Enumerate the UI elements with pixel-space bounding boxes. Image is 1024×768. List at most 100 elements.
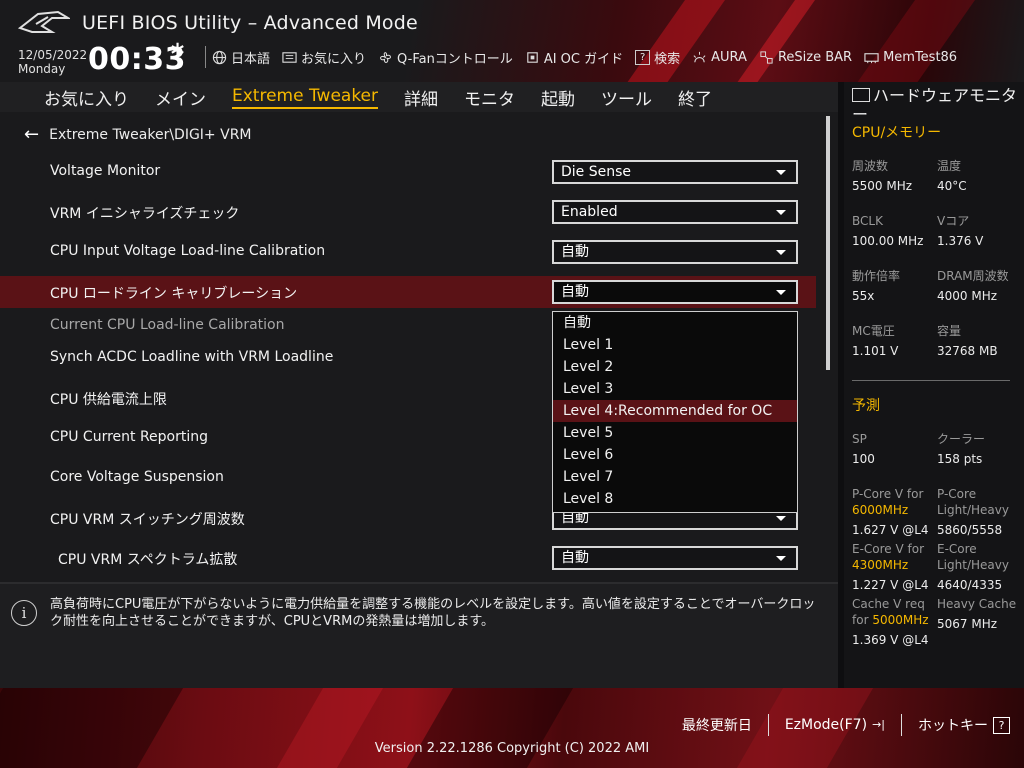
hardware-monitor-title: ハードウェアモニター <box>852 86 1020 124</box>
resize-bar-label: ReSize BAR <box>777 49 853 65</box>
setting-row-vrm-init-check[interactable]: VRM イニシャライズチェック Enabled <box>0 196 816 228</box>
aura-button[interactable]: AURA <box>692 50 747 65</box>
select-value: 自動 <box>561 284 589 300</box>
tab-monitor[interactable]: モニタ <box>464 85 515 110</box>
setting-row-cpu-input-llc[interactable]: CPU Input Voltage Load-line Calibration … <box>0 236 816 268</box>
help-text: 高負荷時にCPU電圧が下がらないように電力供給量を調整する機能のレベルを設定しま… <box>50 597 816 629</box>
footer-decoration <box>0 688 184 768</box>
memtest-button[interactable]: MemTest86 <box>864 50 957 65</box>
setting-label: CPU Input Voltage Load-line Calibration <box>50 243 326 259</box>
stat-label: P-Core Light/Heavy <box>937 486 1009 518</box>
tab-exit[interactable]: 終了 <box>678 85 712 110</box>
voltage-monitor-select[interactable]: Die Sense <box>552 160 798 184</box>
dropdown-option[interactable]: Level 7 <box>553 466 797 488</box>
toolbar: 日本語 お気に入り Q-Fanコントロール AI OC ガイド ? 検索 AUR… <box>205 46 969 68</box>
stat-value: 1.627 V @L4 <box>852 523 929 537</box>
aura-label: AURA <box>711 49 747 65</box>
section-prediction: 予測 <box>852 398 880 414</box>
scrollbar[interactable] <box>826 116 830 370</box>
tab-favorites[interactable]: お気に入り <box>44 85 129 110</box>
stat-label: 容量 <box>937 324 962 338</box>
ezmode-button[interactable]: EzMode(F7) →| <box>785 717 885 734</box>
cpu-input-llc-select[interactable]: 自動 <box>552 240 798 264</box>
setting-label: Voltage Monitor <box>50 163 161 179</box>
stat-value: 158 pts <box>937 452 983 466</box>
dropdown-option[interactable]: Level 1 <box>553 334 797 356</box>
resize-bar-icon <box>760 50 773 64</box>
memtest-label: MemTest86 <box>883 49 958 65</box>
gear-icon[interactable]: ✲ <box>170 40 185 61</box>
cpu-llc-select[interactable]: 自動 <box>552 280 798 304</box>
chevron-down-icon <box>776 170 786 175</box>
stat-value: 40°C <box>937 179 967 193</box>
ai-oc-icon <box>527 51 538 63</box>
setting-label: Current CPU Load-line Calibration <box>50 317 285 333</box>
stat-value: 4000 MHz <box>937 289 998 303</box>
dropdown-option[interactable]: Level 3 <box>553 378 797 400</box>
back-arrow-icon[interactable]: ← <box>24 124 39 145</box>
setting-row-vrm-spread-spectrum[interactable]: CPU VRM スペクトラム拡散 自動 <box>0 542 816 574</box>
breadcrumb[interactable]: ← Extreme Tweaker\DIGI+ VRM <box>24 124 252 145</box>
stat-label: Vコア <box>937 214 970 228</box>
setting-row-cpu-llc[interactable]: CPU ロードライン キャリブレーション 自動 <box>0 276 816 308</box>
qfan-button[interactable]: Q-Fanコントロール <box>378 48 513 67</box>
dropdown-option[interactable]: Level 2 <box>553 356 797 378</box>
setting-label: CPU ロードライン キャリブレーション <box>50 286 298 302</box>
tab-tool[interactable]: ツール <box>601 85 652 110</box>
day-text: Monday <box>18 62 66 76</box>
dropdown-option[interactable]: 自動 <box>553 312 797 334</box>
stat-value: 1.227 V @L4 <box>852 578 929 592</box>
tab-boot[interactable]: 起動 <box>541 85 575 110</box>
tab-extreme-tweaker[interactable]: Extreme Tweaker <box>232 86 379 109</box>
vrm-init-check-select[interactable]: Enabled <box>552 200 798 224</box>
divider <box>767 714 769 736</box>
dropdown-option-selected[interactable]: Level 4:Recommended for OC <box>553 400 797 422</box>
favorites-button[interactable]: お気に入り <box>282 48 366 67</box>
chevron-down-icon <box>776 250 786 255</box>
setting-row-voltage-monitor[interactable]: Voltage Monitor Die Sense <box>0 156 816 188</box>
select-value: Enabled <box>561 204 618 220</box>
last-updated-button[interactable]: 最終更新日 <box>682 715 752 735</box>
setting-label: CPU VRM スイッチング周波数 <box>50 512 245 528</box>
cache-v-label-2: for 5000MHz <box>852 612 929 628</box>
hotkey-button[interactable]: ホットキー ? <box>918 715 1010 735</box>
stat-value: 55x <box>852 289 875 303</box>
hardware-monitor-title-text: ハードウェアモニター <box>852 86 1018 124</box>
language-button[interactable]: 日本語 <box>212 48 270 67</box>
stat-label: E-Core V for 4300MHz <box>852 541 924 573</box>
pcore-lh-label: P-Core <box>937 487 977 501</box>
cache-v-for: for <box>852 613 869 627</box>
ai-oc-guide-button[interactable]: AI OC ガイド <box>525 48 623 67</box>
divider <box>852 380 1010 381</box>
resize-bar-button[interactable]: ReSize BAR <box>759 50 852 65</box>
tab-main[interactable]: メイン <box>155 85 206 110</box>
header-decoration <box>600 0 740 82</box>
footer-bar: 最終更新日 EzMode(F7) →| ホットキー ? Version 2.22… <box>0 688 1024 768</box>
stat-label: MC電圧 <box>852 324 895 338</box>
stat-value: 5860/5558 <box>937 523 1003 537</box>
dropdown-option[interactable]: Level 6 <box>553 444 797 466</box>
dropdown-option[interactable]: Level 8 <box>553 488 797 510</box>
tab-advanced[interactable]: 詳細 <box>404 85 438 110</box>
footer-links: 最終更新日 EzMode(F7) →| ホットキー ? <box>682 714 1010 736</box>
llc-dropdown-list: 自動 Level 1 Level 2 Level 3 Level 4:Recom… <box>552 311 798 513</box>
vrm-spread-spectrum-select[interactable]: 自動 <box>552 546 798 570</box>
ecore-v-freq: 4300MHz <box>852 558 909 572</box>
aura-icon <box>693 51 706 62</box>
monitor-icon <box>852 88 870 102</box>
stat-value: 1.376 V <box>937 234 984 248</box>
settings-panel: ← Extreme Tweaker\DIGI+ VRM Voltage Moni… <box>0 112 838 582</box>
fan-icon <box>380 51 391 63</box>
select-value: 自動 <box>561 550 589 566</box>
stat-label: 周波数 <box>852 159 889 173</box>
dropdown-option[interactable]: Level 5 <box>553 422 797 444</box>
info-icon: i <box>11 600 37 626</box>
search-button[interactable]: ? 検索 <box>635 48 680 67</box>
setting-label: Core Voltage Suspension <box>50 469 224 485</box>
setting-label: Synch ACDC Loadline with VRM Loadline <box>50 349 334 365</box>
hotkey-label: ホットキー <box>918 718 988 734</box>
hardware-monitor-panel: ハードウェアモニター CPU/メモリー 周波数 温度 5500 MHz 40°C… <box>844 82 1024 688</box>
chevron-down-icon <box>776 516 786 521</box>
help-box-icon: ? <box>993 716 1010 734</box>
title-bar: UEFI BIOS Utility – Advanced Mode 12/05/… <box>0 0 1024 82</box>
